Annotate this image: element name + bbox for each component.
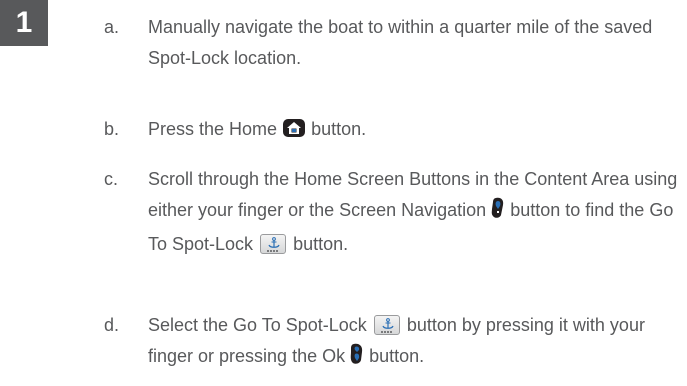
- step-b: b. Press the Home button.: [104, 114, 684, 146]
- step-c: c. Scroll through the Home Screen Button…: [104, 164, 684, 294]
- step-d-text-part3: button.: [369, 346, 425, 366]
- step-number-badge: 1: [0, 0, 48, 46]
- step-d-letter: d.: [104, 315, 120, 335]
- step-b-text-before: Press the Home: [148, 119, 278, 139]
- home-icon: [282, 117, 306, 148]
- step-b-text: Press the Home button.: [148, 114, 687, 148]
- screen-navigation-icon: [491, 197, 505, 229]
- step-d-text-part1: Select the Go To Spot-Lock: [148, 315, 367, 335]
- step-d-text: Select the Go To Spot-Lock button by pre…: [148, 310, 687, 375]
- step-d: d. Select the Go To Spot-Lock button by …: [104, 310, 684, 382]
- spot-lock-button-icon: [260, 234, 287, 254]
- step-a-letter: a.: [104, 17, 120, 37]
- ok-button-icon: [350, 343, 364, 375]
- spot-lock-button-icon: [373, 315, 400, 335]
- step-c-letter: c.: [104, 169, 119, 189]
- step-b-letter: b.: [104, 119, 120, 139]
- step-c-text-part3: button.: [293, 234, 349, 254]
- step-a: a. Manually navigate the boat to within …: [104, 12, 684, 82]
- step-a-text: Manually navigate the boat to within a q…: [148, 17, 653, 68]
- step-b-text-after: button.: [311, 119, 367, 139]
- step-c-text: Scroll through the Home Screen Buttons i…: [148, 164, 687, 260]
